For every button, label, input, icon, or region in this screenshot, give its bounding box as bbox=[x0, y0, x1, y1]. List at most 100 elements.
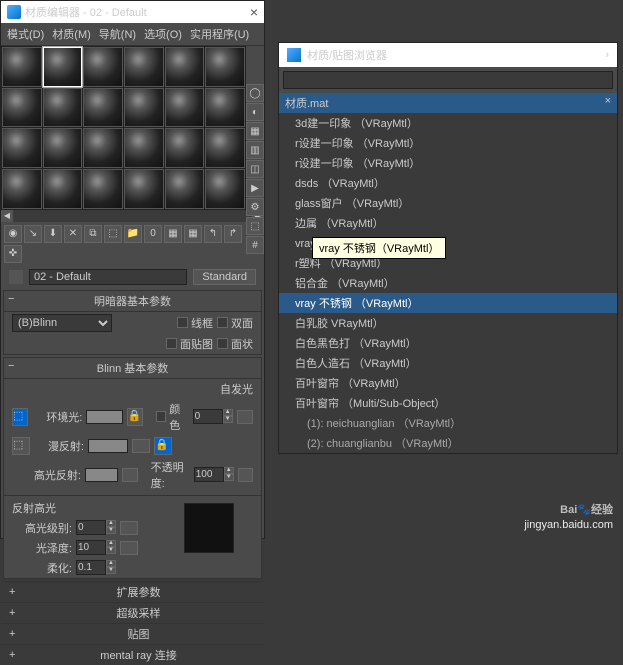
select-by-mat-icon[interactable]: ⬚ bbox=[246, 217, 264, 235]
menu-options[interactable]: 选项(O) bbox=[144, 26, 182, 42]
material-list-item[interactable]: 3d建一印象 （VRayMtl） bbox=[279, 113, 617, 133]
assign-icon[interactable]: ⬇ bbox=[44, 225, 62, 243]
shader-dropdown[interactable]: (B)Blinn bbox=[12, 314, 112, 332]
material-group-header[interactable]: 材质.mat × bbox=[279, 93, 617, 113]
material-slot[interactable] bbox=[43, 128, 83, 168]
put-to-lib-icon[interactable]: 📁 bbox=[124, 225, 142, 243]
menu-nav[interactable]: 导航(N) bbox=[99, 26, 136, 42]
section-header[interactable]: −明暗器基本参数 bbox=[4, 291, 261, 312]
collapse-icon[interactable]: − bbox=[8, 293, 14, 305]
opacity-spinner[interactable]: ▲▼ bbox=[194, 467, 234, 482]
material-slot[interactable] bbox=[205, 128, 245, 168]
browser-titlebar[interactable]: 材质/贴图浏览器 › bbox=[279, 43, 617, 67]
expand-icon[interactable]: + bbox=[9, 628, 21, 640]
soften-spinner[interactable]: ▲▼ bbox=[76, 560, 116, 575]
go-parent-icon[interactable]: ↰ bbox=[204, 225, 222, 243]
material-list-item[interactable]: 白乳胶 VRayMtl） bbox=[279, 313, 617, 333]
checkbox-wire[interactable] bbox=[177, 317, 188, 328]
material-list[interactable]: 3d建一印象 （VRayMtl）r设建一印象 （VRayMtl）r设建一印象 （… bbox=[279, 113, 617, 453]
collapse-icon[interactable]: − bbox=[8, 360, 14, 372]
shader-type-button[interactable]: Standard bbox=[193, 269, 256, 285]
material-slot[interactable] bbox=[165, 128, 205, 168]
map-button[interactable] bbox=[120, 521, 138, 535]
material-slot-selected[interactable] bbox=[43, 47, 83, 87]
material-slot[interactable] bbox=[2, 47, 42, 87]
section-header[interactable]: −Blinn 基本参数 bbox=[4, 358, 261, 379]
material-slot[interactable] bbox=[2, 169, 42, 209]
selfillum-spinner[interactable]: ▲▼ bbox=[193, 409, 233, 424]
expand-icon[interactable]: + bbox=[9, 649, 21, 661]
uv-tile-icon[interactable]: ▥ bbox=[246, 141, 264, 159]
checkbox-color[interactable] bbox=[156, 411, 166, 422]
material-slot[interactable] bbox=[124, 88, 164, 128]
titlebar[interactable]: 材质编辑器 - 02 - Default × bbox=[1, 1, 264, 23]
material-slot[interactable] bbox=[83, 88, 123, 128]
backlight-icon[interactable]: ◐ bbox=[246, 103, 264, 121]
material-slot[interactable] bbox=[2, 128, 42, 168]
make-unique-icon[interactable]: ⬚ bbox=[104, 225, 122, 243]
dropper-icon[interactable] bbox=[9, 270, 23, 284]
pick-icon[interactable]: ✜ bbox=[4, 245, 22, 263]
material-slot[interactable] bbox=[165, 47, 205, 87]
get-material-icon[interactable]: ◉ bbox=[4, 225, 22, 243]
preview-icon[interactable]: ▶ bbox=[246, 179, 264, 197]
map-button[interactable] bbox=[237, 410, 253, 424]
lock-icon[interactable]: 🔒 bbox=[127, 408, 143, 426]
section-maps[interactable]: +贴图 bbox=[1, 623, 264, 644]
section-extended[interactable]: +扩展参数 bbox=[1, 581, 264, 602]
speclevel-spinner[interactable]: ▲▼ bbox=[76, 520, 116, 535]
copy-icon[interactable]: ⧉ bbox=[84, 225, 102, 243]
map-button[interactable] bbox=[120, 541, 138, 555]
material-slot[interactable] bbox=[165, 169, 205, 209]
browser-menu-icon[interactable]: › bbox=[605, 49, 609, 61]
checkbox-faceted[interactable] bbox=[217, 338, 228, 349]
lock-diffuse-icon[interactable]: ⬚ bbox=[12, 437, 30, 455]
section-supersample[interactable]: +超级采样 bbox=[1, 602, 264, 623]
diffuse-swatch[interactable] bbox=[88, 439, 128, 453]
sample-type-icon[interactable]: ◯ bbox=[246, 84, 264, 102]
map-button[interactable] bbox=[122, 468, 137, 482]
material-slot[interactable] bbox=[124, 128, 164, 168]
material-list-item[interactable]: 白色黑色打 （VRayMtl） bbox=[279, 333, 617, 353]
scrollbar-horizontal[interactable]: ◀ ▶ bbox=[1, 210, 264, 222]
scroll-left-icon[interactable]: ◀ bbox=[1, 210, 13, 222]
menu-mode[interactable]: 模式(D) bbox=[7, 26, 44, 42]
specular-swatch[interactable] bbox=[85, 468, 119, 482]
matid-icon[interactable]: # bbox=[246, 236, 264, 254]
video-check-icon[interactable]: ◫ bbox=[246, 160, 264, 178]
lock-icon[interactable]: 🔒 bbox=[154, 437, 172, 455]
expand-icon[interactable]: + bbox=[9, 586, 21, 598]
material-slot[interactable] bbox=[43, 169, 83, 209]
map-button[interactable] bbox=[238, 468, 253, 482]
material-slot[interactable] bbox=[83, 47, 123, 87]
material-list-item[interactable]: (2): chuanglianbu （VRayMtl） bbox=[279, 433, 617, 453]
material-list-item[interactable]: 百叶窗帘 （Multi/Sub-Object） bbox=[279, 393, 617, 413]
group-close-icon[interactable]: × bbox=[605, 95, 611, 111]
material-name-input[interactable] bbox=[29, 269, 187, 285]
gloss-spinner[interactable]: ▲▼ bbox=[76, 540, 116, 555]
material-list-item[interactable]: 边属 （VRayMtl） bbox=[279, 213, 617, 233]
expand-icon[interactable]: + bbox=[9, 607, 21, 619]
browser-search-input[interactable] bbox=[283, 71, 613, 89]
menu-util[interactable]: 实用程序(U) bbox=[190, 26, 249, 42]
menu-material[interactable]: 材质(M) bbox=[52, 26, 91, 42]
checkbox-2side[interactable] bbox=[217, 317, 228, 328]
reset-icon[interactable]: ✕ bbox=[64, 225, 82, 243]
material-slot[interactable] bbox=[124, 169, 164, 209]
matid-channel-icon[interactable]: 0 bbox=[144, 225, 162, 243]
checkbox-facemap[interactable] bbox=[166, 338, 177, 349]
show-in-vp-icon[interactable]: ▦ bbox=[164, 225, 182, 243]
map-button[interactable] bbox=[132, 439, 150, 453]
material-list-item[interactable]: vray 不锈钢 （VRayMtl） bbox=[279, 293, 617, 313]
material-slot[interactable] bbox=[2, 88, 42, 128]
material-list-item[interactable]: (1): neichuanglian （VRayMtl） bbox=[279, 413, 617, 433]
material-slot[interactable] bbox=[205, 47, 245, 87]
show-end-icon[interactable]: ▦ bbox=[184, 225, 202, 243]
close-icon[interactable]: × bbox=[250, 4, 258, 20]
material-list-item[interactable]: r设建一印象 （VRayMtl） bbox=[279, 133, 617, 153]
material-slot[interactable] bbox=[205, 88, 245, 128]
material-list-item[interactable]: 铝合金 （VRayMtl） bbox=[279, 273, 617, 293]
ambient-swatch[interactable] bbox=[86, 410, 122, 424]
put-to-scene-icon[interactable]: ↘ bbox=[24, 225, 42, 243]
material-list-item[interactable]: r设建一印象 （VRayMtl） bbox=[279, 153, 617, 173]
